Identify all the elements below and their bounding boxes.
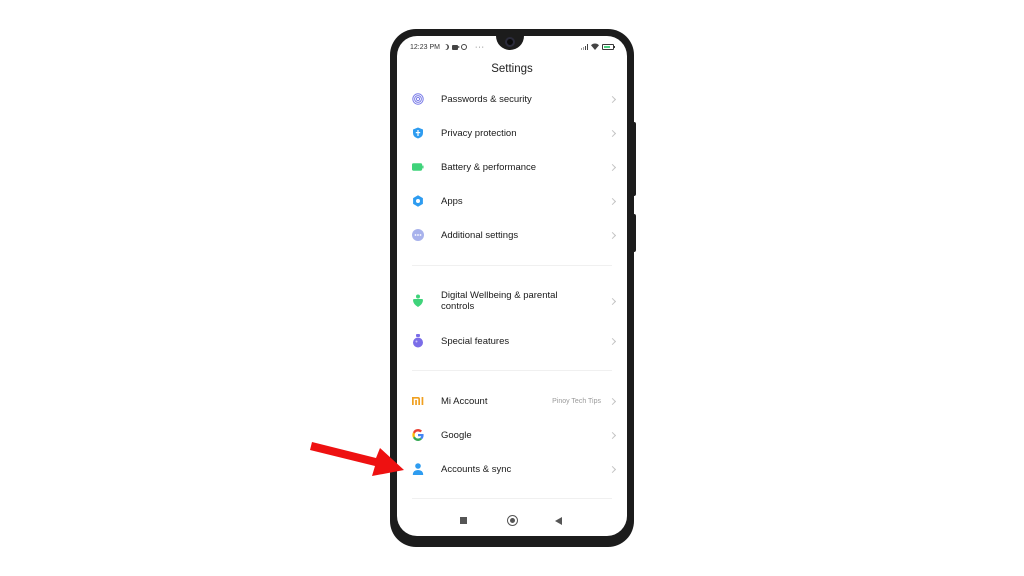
settings-item-label: Digital Wellbeing & parental controls [441, 290, 558, 312]
settings-item-label: Google [441, 429, 472, 441]
settings-item-accounts-sync[interactable]: Accounts & sync [397, 452, 627, 486]
group-divider [412, 370, 612, 371]
chevron-right-icon [608, 397, 617, 405]
wellbeing-icon [412, 294, 424, 307]
battery-status-icon [602, 44, 615, 50]
chevron-right-icon [608, 95, 617, 103]
chevron-right-icon [608, 337, 617, 345]
navigation-bar [397, 510, 627, 532]
signal-icon [581, 44, 588, 50]
fingerprint-icon [412, 93, 424, 105]
nfc-icon [460, 44, 467, 50]
chevron-right-icon [608, 431, 617, 439]
back-icon[interactable] [555, 517, 562, 525]
chevron-right-icon [608, 197, 617, 205]
settings-item-label: Accounts & sync [441, 463, 512, 475]
more-notifications-icon: ··· [474, 43, 485, 51]
settings-item-special-features[interactable]: Special features [397, 324, 627, 358]
settings-item-google[interactable]: Google [397, 418, 627, 452]
settings-item-battery-performance[interactable]: Battery & performance [397, 150, 627, 184]
flask-icon [412, 334, 424, 348]
chevron-right-icon [608, 163, 617, 171]
chevron-right-icon [608, 129, 617, 137]
chevron-right-icon [608, 231, 617, 239]
home-icon[interactable] [507, 515, 518, 526]
settings-item-additional-settings[interactable]: Additional settings [397, 218, 627, 252]
power-button [632, 122, 636, 196]
settings-item-label: Battery & performance [441, 161, 537, 173]
volume-button [632, 214, 636, 252]
more-dots-icon [412, 229, 424, 241]
gear-icon [412, 195, 424, 207]
settings-item-passwords-security[interactable]: Passwords & security [397, 82, 627, 116]
settings-item-digital-wellbeing[interactable]: Digital Wellbeing & parental controls [397, 284, 627, 318]
settings-item-mi-account[interactable]: Mi Account Pinoy Tech Tips [397, 384, 627, 418]
mi-logo-icon [412, 395, 424, 407]
settings-item-privacy-protection[interactable]: Privacy protection [397, 116, 627, 150]
do-not-disturb-icon [443, 44, 449, 50]
status-bar: 12:23 PM ··· [397, 40, 627, 54]
privacy-shield-icon [412, 127, 424, 139]
phone-screen: 12:23 PM ··· Settings Passwords & securi… [397, 36, 627, 536]
recent-apps-icon[interactable] [460, 517, 467, 524]
settings-item-label: Additional settings [441, 229, 519, 241]
group-divider [412, 498, 612, 499]
battery-icon [412, 161, 424, 173]
settings-item-apps[interactable]: Apps [397, 184, 627, 218]
person-icon [412, 463, 424, 475]
chevron-right-icon [608, 465, 617, 473]
group-divider [412, 265, 612, 266]
chevron-right-icon [608, 297, 617, 305]
google-g-icon [412, 429, 424, 441]
wifi-icon [591, 42, 599, 52]
page-title: Settings [491, 63, 533, 75]
settings-item-label: Passwords & security [441, 93, 532, 105]
status-time: 12:23 PM [410, 43, 440, 51]
red-arrow-annotation [310, 442, 404, 476]
settings-item-label: Apps [441, 195, 463, 207]
settings-item-label: Privacy protection [441, 127, 517, 139]
settings-item-label: Special features [441, 335, 510, 347]
video-camera-icon [451, 44, 460, 50]
mi-account-name: Pinoy Tech Tips [552, 397, 601, 405]
